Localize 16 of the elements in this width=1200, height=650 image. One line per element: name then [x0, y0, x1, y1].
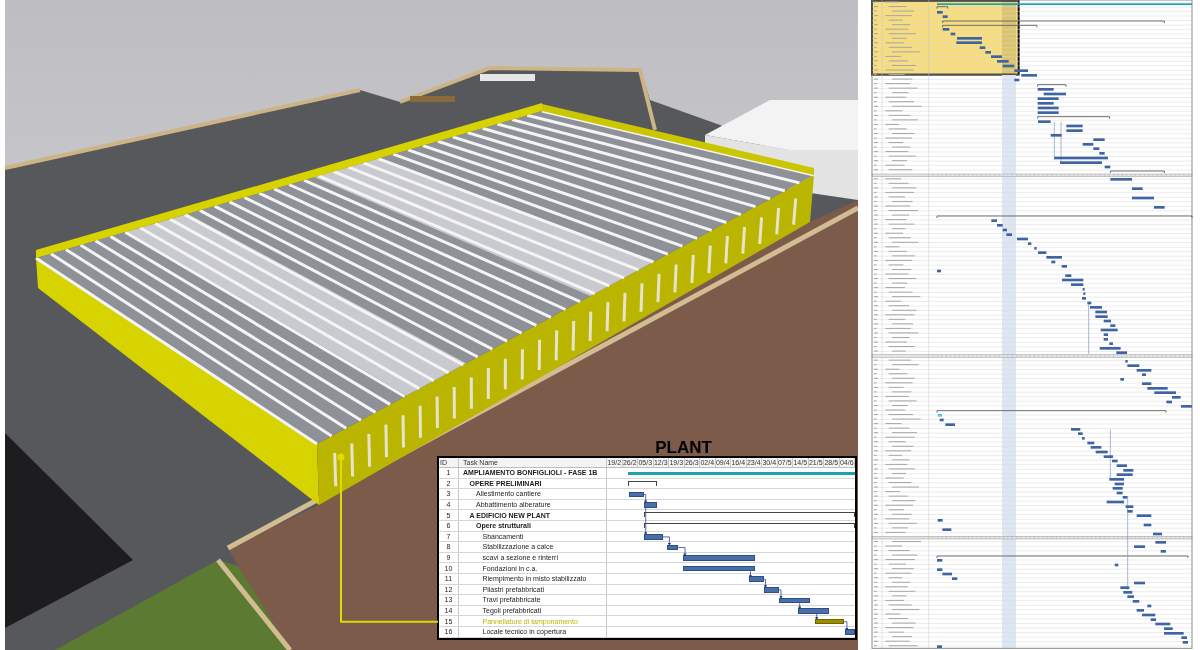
task-bar [797, 608, 829, 614]
dependency-line [1088, 301, 1089, 355]
task-bar [643, 502, 657, 508]
task-bar [628, 491, 644, 498]
task-bar [763, 587, 780, 593]
dependency-line [1110, 429, 1111, 479]
dependency-line [1060, 121, 1062, 163]
chart-title: PLANT [655, 439, 712, 456]
dependency-line [1054, 121, 1055, 161]
task-bar [844, 629, 855, 635]
task-bar [814, 618, 845, 625]
task-bar [667, 544, 679, 551]
summary-bracket [628, 480, 657, 486]
task-bar [748, 576, 765, 582]
task-bar [643, 534, 663, 540]
task-bar [779, 597, 811, 604]
